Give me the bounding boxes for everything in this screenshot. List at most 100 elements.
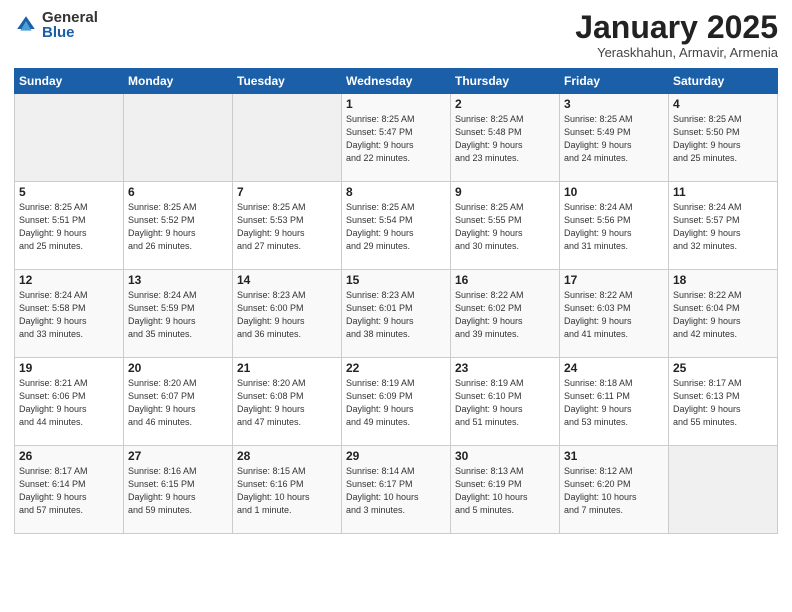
day-info: Sunrise: 8:16 AM Sunset: 6:15 PM Dayligh… <box>128 465 228 517</box>
day-info: Sunrise: 8:17 AM Sunset: 6:13 PM Dayligh… <box>673 377 773 429</box>
day-number: 27 <box>128 449 228 463</box>
calendar-cell: 17Sunrise: 8:22 AM Sunset: 6:03 PM Dayli… <box>560 270 669 358</box>
calendar-week-5: 26Sunrise: 8:17 AM Sunset: 6:14 PM Dayli… <box>15 446 778 534</box>
calendar-week-4: 19 Sunrise: 8:21 AM Sunset: 6:06 PM Dayli… <box>15 358 778 446</box>
day-number: 14 <box>237 273 337 287</box>
calendar-week-1: 1 Sunrise: 8:25 AM Sunset: 5:47 PM Daylig… <box>15 94 778 182</box>
day-number: 15 <box>346 273 446 287</box>
day-info: Sunrise: 8:23 AM Sunset: 6:00 PM Dayligh… <box>237 289 337 341</box>
calendar-cell: 15 Sunrise: 8:23 AM Sunset: 6:01 PM Dayli… <box>342 270 451 358</box>
day-number: 20 <box>128 361 228 375</box>
day-number: 5 <box>19 185 119 199</box>
page-header: General Blue January 2025 Yeraskhahun, A… <box>14 10 778 60</box>
calendar-cell <box>233 94 342 182</box>
calendar-cell: 23 Sunrise: 8:19 AM Sunset: 6:10 PM Dayli… <box>451 358 560 446</box>
day-number: 21 <box>237 361 337 375</box>
month-title: January 2025 <box>575 10 778 45</box>
weekday-header-row: SundayMondayTuesdayWednesdayThursdayFrid… <box>15 69 778 94</box>
day-number: 12 <box>19 273 119 287</box>
day-number: 6 <box>128 185 228 199</box>
calendar-cell: 3 Sunrise: 8:25 AM Sunset: 5:49 PM Daylig… <box>560 94 669 182</box>
day-number: 28 <box>237 449 337 463</box>
calendar-cell: 27 Sunrise: 8:16 AM Sunset: 6:15 PM Dayli… <box>124 446 233 534</box>
day-number: 17 <box>564 273 664 287</box>
calendar-cell: 4Sunrise: 8:25 AM Sunset: 5:50 PM Daylig… <box>669 94 778 182</box>
calendar-cell: 30 Sunrise: 8:13 AM Sunset: 6:19 PM Dayli… <box>451 446 560 534</box>
calendar-cell <box>124 94 233 182</box>
calendar-cell <box>15 94 124 182</box>
day-info: Sunrise: 8:14 AM Sunset: 6:17 PM Dayligh… <box>346 465 446 517</box>
day-number: 24 <box>564 361 664 375</box>
calendar-cell: 1 Sunrise: 8:25 AM Sunset: 5:47 PM Daylig… <box>342 94 451 182</box>
day-number: 19 <box>19 361 119 375</box>
weekday-header-saturday: Saturday <box>669 69 778 94</box>
weekday-header-friday: Friday <box>560 69 669 94</box>
calendar-cell: 28 Sunrise: 8:15 AM Sunset: 6:16 PM Dayli… <box>233 446 342 534</box>
logo-general: General <box>42 10 98 25</box>
day-info: Sunrise: 8:12 AM Sunset: 6:20 PM Dayligh… <box>564 465 664 517</box>
day-number: 16 <box>455 273 555 287</box>
calendar-cell: 25 Sunrise: 8:17 AM Sunset: 6:13 PM Dayli… <box>669 358 778 446</box>
day-number: 9 <box>455 185 555 199</box>
day-info: Sunrise: 8:15 AM Sunset: 6:16 PM Dayligh… <box>237 465 337 517</box>
calendar-cell: 24 Sunrise: 8:18 AM Sunset: 6:11 PM Dayli… <box>560 358 669 446</box>
day-info: Sunrise: 8:20 AM Sunset: 6:07 PM Dayligh… <box>128 377 228 429</box>
calendar-cell: 31 Sunrise: 8:12 AM Sunset: 6:20 PM Dayli… <box>560 446 669 534</box>
calendar-cell: 10Sunrise: 8:24 AM Sunset: 5:56 PM Dayli… <box>560 182 669 270</box>
day-info: Sunrise: 8:21 AM Sunset: 6:06 PM Dayligh… <box>19 377 119 429</box>
day-info: Sunrise: 8:22 AM Sunset: 6:04 PM Dayligh… <box>673 289 773 341</box>
day-number: 8 <box>346 185 446 199</box>
day-number: 30 <box>455 449 555 463</box>
calendar-cell: 14 Sunrise: 8:23 AM Sunset: 6:00 PM Dayli… <box>233 270 342 358</box>
day-number: 7 <box>237 185 337 199</box>
calendar-cell: 16 Sunrise: 8:22 AM Sunset: 6:02 PM Dayli… <box>451 270 560 358</box>
day-info: Sunrise: 8:25 AM Sunset: 5:55 PM Dayligh… <box>455 201 555 253</box>
day-info: Sunrise: 8:24 AM Sunset: 5:56 PM Dayligh… <box>564 201 664 253</box>
location-subtitle: Yeraskhahun, Armavir, Armenia <box>575 45 778 60</box>
day-number: 3 <box>564 97 664 111</box>
calendar-cell <box>669 446 778 534</box>
day-number: 26 <box>19 449 119 463</box>
day-info: Sunrise: 8:18 AM Sunset: 6:11 PM Dayligh… <box>564 377 664 429</box>
logo-icon <box>14 13 38 37</box>
day-info: Sunrise: 8:25 AM Sunset: 5:52 PM Dayligh… <box>128 201 228 253</box>
day-info: Sunrise: 8:24 AM Sunset: 5:59 PM Dayligh… <box>128 289 228 341</box>
weekday-header-thursday: Thursday <box>451 69 560 94</box>
day-number: 1 <box>346 97 446 111</box>
day-info: Sunrise: 8:22 AM Sunset: 6:02 PM Dayligh… <box>455 289 555 341</box>
day-info: Sunrise: 8:19 AM Sunset: 6:09 PM Dayligh… <box>346 377 446 429</box>
calendar-week-2: 5Sunrise: 8:25 AM Sunset: 5:51 PM Daylig… <box>15 182 778 270</box>
day-info: Sunrise: 8:20 AM Sunset: 6:08 PM Dayligh… <box>237 377 337 429</box>
calendar-cell: 20 Sunrise: 8:20 AM Sunset: 6:07 PM Dayli… <box>124 358 233 446</box>
day-info: Sunrise: 8:25 AM Sunset: 5:49 PM Dayligh… <box>564 113 664 165</box>
day-info: Sunrise: 8:25 AM Sunset: 5:47 PM Dayligh… <box>346 113 446 165</box>
weekday-header-monday: Monday <box>124 69 233 94</box>
calendar-cell: 6 Sunrise: 8:25 AM Sunset: 5:52 PM Daylig… <box>124 182 233 270</box>
calendar-cell: 13Sunrise: 8:24 AM Sunset: 5:59 PM Dayli… <box>124 270 233 358</box>
day-info: Sunrise: 8:25 AM Sunset: 5:53 PM Dayligh… <box>237 201 337 253</box>
title-block: January 2025 Yeraskhahun, Armavir, Armen… <box>575 10 778 60</box>
day-number: 11 <box>673 185 773 199</box>
day-number: 31 <box>564 449 664 463</box>
weekday-header-sunday: Sunday <box>15 69 124 94</box>
calendar-week-3: 12 Sunrise: 8:24 AM Sunset: 5:58 PM Dayli… <box>15 270 778 358</box>
day-number: 18 <box>673 273 773 287</box>
calendar-cell: 21 Sunrise: 8:20 AM Sunset: 6:08 PM Dayli… <box>233 358 342 446</box>
calendar-cell: 9 Sunrise: 8:25 AM Sunset: 5:55 PM Daylig… <box>451 182 560 270</box>
day-number: 29 <box>346 449 446 463</box>
day-info: Sunrise: 8:24 AM Sunset: 5:58 PM Dayligh… <box>19 289 119 341</box>
calendar-cell: 2Sunrise: 8:25 AM Sunset: 5:48 PM Daylig… <box>451 94 560 182</box>
day-info: Sunrise: 8:23 AM Sunset: 6:01 PM Dayligh… <box>346 289 446 341</box>
day-info: Sunrise: 8:24 AM Sunset: 5:57 PM Dayligh… <box>673 201 773 253</box>
calendar-cell: 29 Sunrise: 8:14 AM Sunset: 6:17 PM Dayli… <box>342 446 451 534</box>
day-info: Sunrise: 8:19 AM Sunset: 6:10 PM Dayligh… <box>455 377 555 429</box>
calendar-cell: 8Sunrise: 8:25 AM Sunset: 5:54 PM Daylig… <box>342 182 451 270</box>
day-number: 25 <box>673 361 773 375</box>
calendar-cell: 7 Sunrise: 8:25 AM Sunset: 5:53 PM Daylig… <box>233 182 342 270</box>
day-number: 23 <box>455 361 555 375</box>
day-info: Sunrise: 8:25 AM Sunset: 5:50 PM Dayligh… <box>673 113 773 165</box>
logo-blue: Blue <box>42 25 98 40</box>
logo-text: General Blue <box>42 10 98 40</box>
day-info: Sunrise: 8:13 AM Sunset: 6:19 PM Dayligh… <box>455 465 555 517</box>
calendar-cell: 5Sunrise: 8:25 AM Sunset: 5:51 PM Daylig… <box>15 182 124 270</box>
